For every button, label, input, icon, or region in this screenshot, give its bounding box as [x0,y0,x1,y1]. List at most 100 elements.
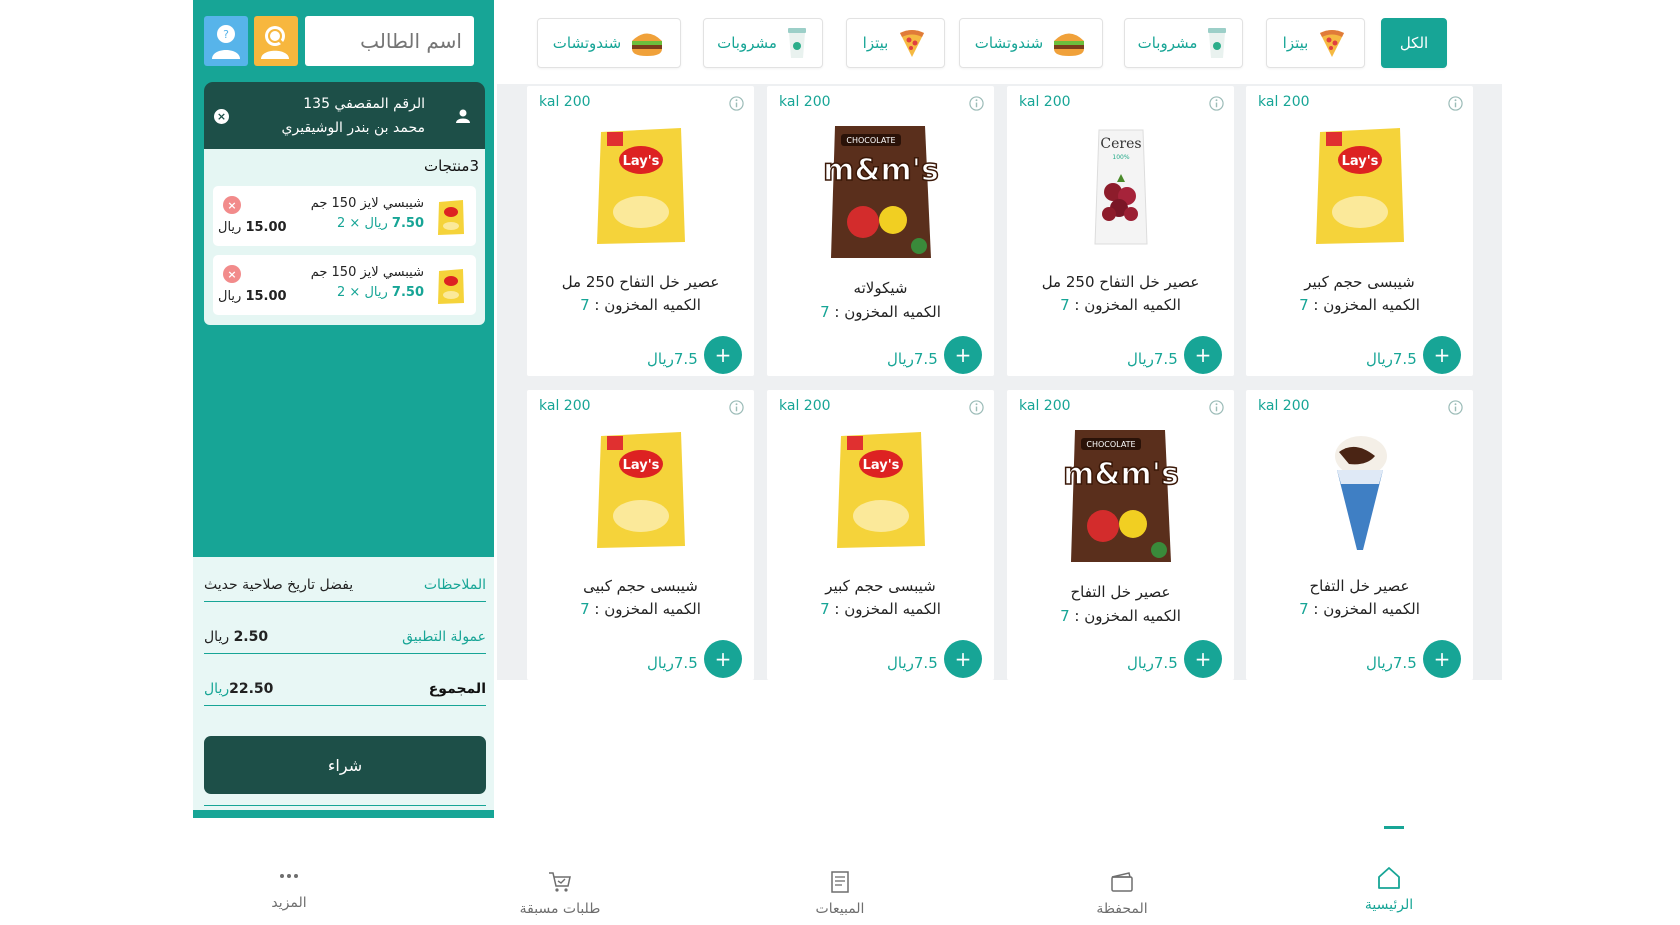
info-icon[interactable] [969,400,984,415]
product-card[interactable]: kal 200 Lay's شيبسى حجم كبيى الكميه المخ… [527,390,754,680]
sidebar-footer-bar [193,810,494,818]
cart-item-total: 15.00 ريال [218,220,287,235]
product-name: شيكولاته [853,279,908,297]
category-pizza[interactable]: بيتزا [1266,18,1365,68]
bottom-navigation: الرئيسية المحفظة المبيعات طلبات مسبقة ال… [193,855,1502,925]
product-card[interactable]: kal 200 Lay's شيبسى حجم كبير الكميه المخ… [1246,86,1473,376]
stock-qty: 7 [1299,600,1309,618]
svg-text:Lay's: Lay's [862,458,899,473]
fee-label: عمولة التطبيق [402,629,486,645]
product-price: 7.5ريال [1127,654,1178,672]
customer-card: الرقم المقصفي 135 محمد بن بندر الوشيقيري… [204,82,485,149]
chocolate-bag-icon: CHOCOLATE m&m's [1062,430,1179,562]
product-card[interactable]: kal 200 Ceres 100% عصير خل التفاح 250 مل… [1007,86,1234,376]
category-label: مشروبات [717,34,777,52]
add-to-cart-button[interactable]: + [1423,336,1461,374]
product-card[interactable]: kal 200 Lay's شيبسى حجم كبير الكميه المخ… [767,390,994,680]
pizza-icon [900,30,925,57]
category-drinks[interactable]: مشروبات [703,18,823,68]
student-search-input[interactable] [305,16,474,66]
remove-item-button[interactable]: × [223,196,241,214]
stock-label: الكميه المخزون : [1074,296,1181,314]
remove-customer-button[interactable]: × [214,109,229,124]
product-name: شيبسى حجم كبير [825,577,936,595]
add-to-cart-button[interactable]: + [1184,640,1222,678]
product-calories: kal 200 [779,398,831,414]
chips-bag-icon: Lay's [1315,128,1404,244]
info-icon[interactable] [1209,400,1224,415]
add-to-cart-button[interactable]: + [944,336,982,374]
nav-label: المزيد [271,895,307,911]
product-price: 7.5ريال [887,654,938,672]
product-card[interactable]: kal 200 عصير خل التفاح الكميه المخزون : … [1246,390,1473,680]
info-icon[interactable] [1209,96,1224,111]
buy-button[interactable]: شراء [204,736,486,794]
stock-qty: 7 [580,600,590,618]
drink-cup-icon [787,28,806,58]
info-icon[interactable] [969,96,984,111]
cart-item-total-value: 15.00 [245,289,287,304]
product-calories: kal 200 [539,398,591,414]
stock-qty: 7 [820,600,830,618]
info-icon[interactable] [1448,96,1463,111]
product-stock: الكميه المخزون : 7 [1007,607,1234,625]
user-help-icon[interactable]: ? [204,16,248,66]
add-to-cart-button[interactable]: + [944,640,982,678]
nav-label: طلبات مسبقة [519,901,601,917]
nav-home[interactable]: الرئيسية [1329,865,1449,913]
cart-check-icon [549,872,571,892]
svg-text:Lay's: Lay's [1341,154,1378,169]
add-to-cart-button[interactable]: + [704,336,742,374]
stock-label: الكميه المخزون : [1313,600,1420,618]
info-icon[interactable] [729,400,744,415]
user-search-icon[interactable] [254,16,298,66]
fee-row: عمولة التطبيق 2.50 ريال [204,609,486,654]
fee-value: 2.50 ريال [204,629,268,645]
category-drinks[interactable]: مشروبات [1124,18,1243,68]
nav-preorders[interactable]: طلبات مسبقة [500,869,620,917]
product-name: شيبسى حجم كبيى [583,577,698,595]
drink-cup-icon [1208,28,1227,58]
info-icon[interactable] [1448,400,1463,415]
pos-app: ? الرقم المقصفي 135 محمد بن بندر الوشيقي… [0,0,1680,925]
nav-more[interactable]: المزيد [229,863,349,911]
stock-qty: 7 [1060,296,1070,314]
user-icon [456,109,470,123]
add-to-cart-button[interactable]: + [1423,640,1461,678]
add-to-cart-button[interactable]: + [704,640,742,678]
cart-item-name: شيبسي لايز 150 جم [310,265,424,280]
svg-text:m&m's: m&m's [1063,457,1179,492]
product-name: عصير خل التفاح 250 مل [561,273,720,291]
chips-bag-icon: Lay's [596,432,685,548]
info-icon[interactable] [729,96,744,111]
stock-label: الكميه المخزون : [594,296,701,314]
cart-item-currency: ريال [364,216,388,231]
product-price: 7.5ريال [1366,350,1417,368]
product-price: 7.5ريال [887,350,938,368]
product-calories: kal 200 [1258,398,1310,414]
more-dots-icon [280,874,298,878]
product-stock: الكميه المخزون : 7 [767,303,994,321]
product-calories: kal 200 [1019,94,1071,110]
product-card[interactable]: kal 200 CHOCOLATE m&m's شيكولاته الكميه … [767,86,994,376]
category-sandwiches[interactable]: شندوتشات [959,18,1103,68]
stock-qty: 7 [580,296,590,314]
nav-wallet[interactable]: المحفظة [1062,869,1182,917]
cart-count: 3منتجات [423,157,479,175]
nav-sales[interactable]: المبيعات [780,869,900,917]
product-card[interactable]: kal 200 Lay's عصير خل التفاح 250 مل الكم… [527,86,754,376]
product-card[interactable]: kal 200 CHOCOLATE m&m's عصير خل التفاح ا… [1007,390,1234,680]
cart-item-unit: 7.50 ريال × 2 [337,216,424,231]
add-to-cart-button[interactable]: + [1184,336,1222,374]
category-sandwiches[interactable]: شندوتشات [537,18,681,68]
customer-name: محمد بن بندر الوشيقيري [281,120,425,136]
category-all[interactable]: الكل [1381,18,1447,68]
category-pizza[interactable]: بيتزا [846,18,945,68]
svg-text:Ceres: Ceres [1100,136,1141,152]
product-name: عصير خل التفاح [1309,577,1410,595]
active-tab-indicator [1384,826,1404,829]
notes-value[interactable]: يفضل تاريخ صلاحية حديث [204,577,353,593]
product-price: 7.5ريال [647,654,698,672]
remove-item-button[interactable]: × [223,265,241,283]
svg-text:Lay's: Lay's [622,458,659,473]
